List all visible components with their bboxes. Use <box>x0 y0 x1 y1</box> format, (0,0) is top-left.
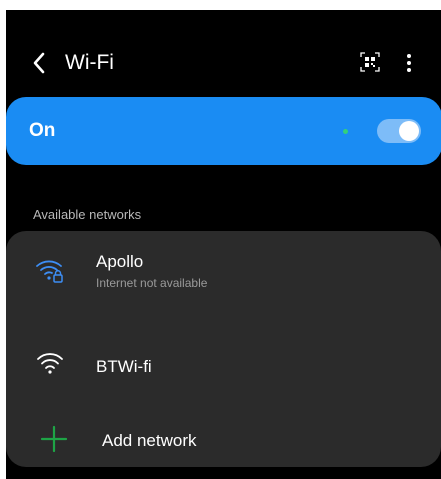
wifi-locked-icon <box>36 260 63 283</box>
network-list: Apollo Internet not available BTWi-fi Ad… <box>6 231 441 467</box>
wifi-master-switch[interactable]: On <box>6 97 441 165</box>
toggle-knob <box>399 121 419 141</box>
wifi-state-label: On <box>29 120 56 141</box>
chevron-left-icon <box>33 52 45 74</box>
wifi-icon <box>37 353 63 374</box>
qr-scan-button[interactable] <box>360 52 380 72</box>
more-options-button[interactable] <box>402 51 416 75</box>
page-title: Wi-Fi <box>65 51 114 74</box>
available-networks-heading: Available networks <box>33 207 142 222</box>
more-vertical-icon <box>407 54 411 72</box>
qr-code-scan-icon <box>360 52 380 72</box>
plus-icon <box>40 425 68 453</box>
wifi-toggle[interactable] <box>377 119 421 143</box>
network-item-apollo[interactable]: Apollo Internet not available <box>6 231 441 309</box>
back-button[interactable] <box>28 49 50 77</box>
add-network-label: Add network <box>102 431 197 450</box>
wifi-settings-screen: Wi-Fi On Available networks Apollo Inter… <box>6 10 441 479</box>
status-dot <box>343 129 348 134</box>
network-status: Internet not available <box>96 276 208 290</box>
app-bar: Wi-Fi <box>6 48 441 80</box>
network-name: Apollo <box>96 252 144 271</box>
network-name: BTWi-fi <box>96 357 152 376</box>
network-item-btwifi[interactable]: BTWi-fi <box>6 335 441 395</box>
add-network-button[interactable]: Add network <box>6 411 441 467</box>
